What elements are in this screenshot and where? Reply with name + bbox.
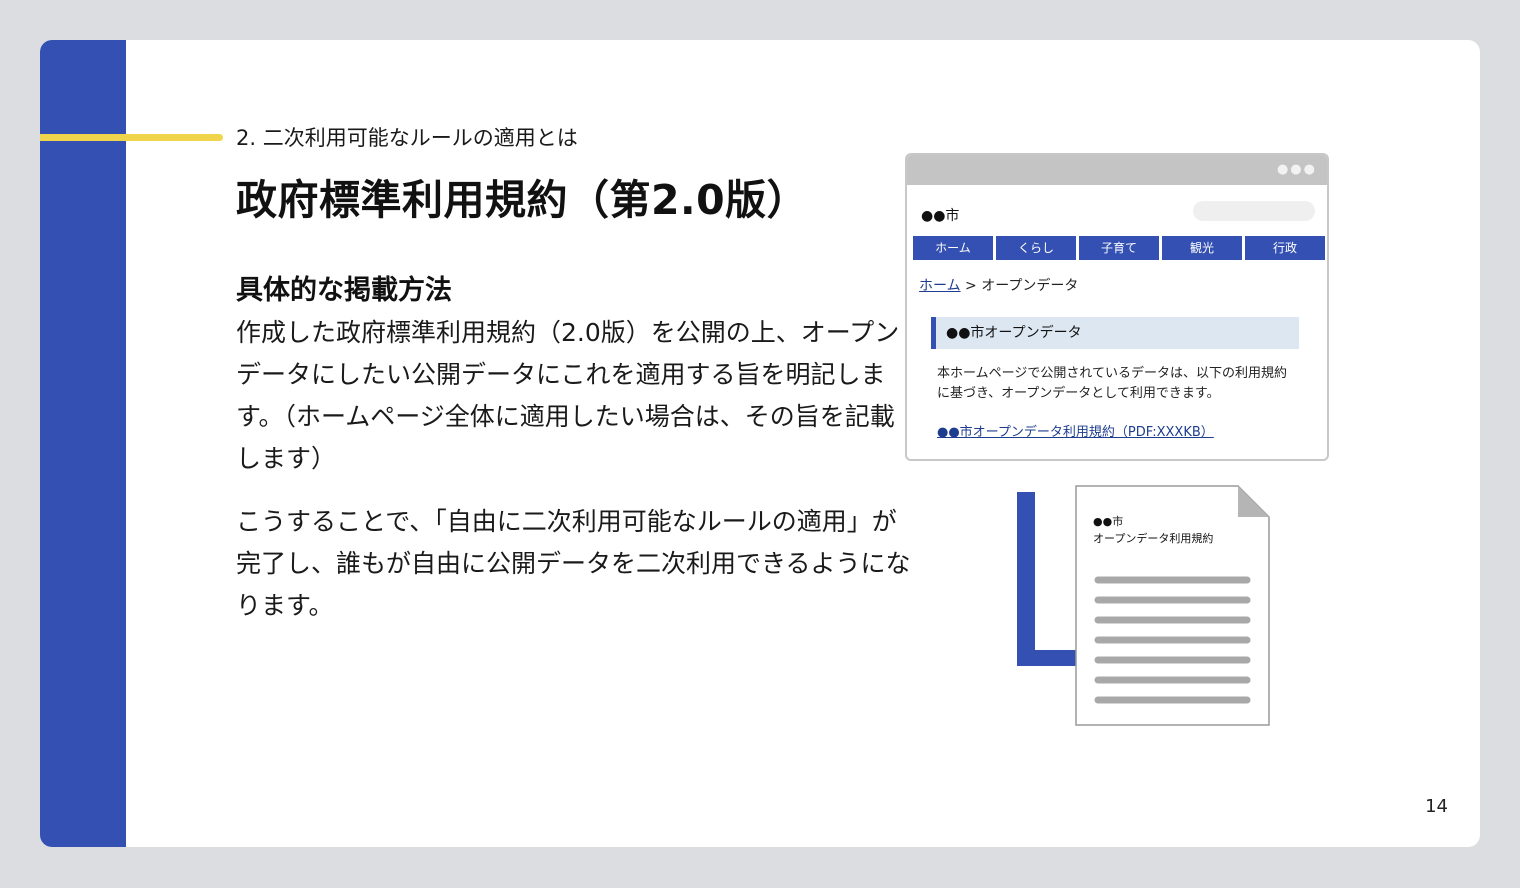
browser-titlebar: ●●● — [907, 155, 1327, 185]
body-text: 本ホームページで公開されているデータは、以下の利用規約に基づき、オープンデータと… — [937, 366, 1287, 401]
nav-item-tourism[interactable]: 観光 — [1162, 236, 1242, 260]
nav-item-administration[interactable]: 行政 — [1245, 236, 1325, 260]
window-dots-icon: ●●● — [1276, 162, 1317, 177]
document-mockup: ●●市 オープンデータ利用規約 — [1075, 485, 1270, 726]
breadcrumb-home-link[interactable]: ホーム — [919, 278, 961, 294]
document-title-line-1: ●●市 — [1093, 515, 1124, 528]
nav-item-home[interactable]: ホーム — [913, 236, 993, 260]
nav-bar: ホーム くらし 子育て 観光 行政 — [913, 236, 1325, 260]
nav-item-childcare[interactable]: 子育て — [1079, 236, 1159, 260]
browser-mockup: ●●● ●●市 ホーム くらし 子育て 観光 行政 ホーム > オープンデータ … — [905, 153, 1329, 461]
site-name: ●●市 — [921, 208, 960, 224]
breadcrumb: ホーム > オープンデータ — [919, 275, 1078, 295]
section-heading: ●●市オープンデータ — [931, 317, 1299, 349]
document-title: ●●市 オープンデータ利用規約 — [1093, 513, 1213, 547]
nav-item-living[interactable]: くらし — [996, 236, 1076, 260]
breadcrumb-current: > オープンデータ — [960, 278, 1079, 294]
document-title-line-2: オープンデータ利用規約 — [1093, 532, 1214, 545]
terms-pdf-link[interactable]: ●●市オープンデータ利用規約（PDF:XXXKB） — [937, 421, 1214, 440]
search-input[interactable] — [1193, 201, 1315, 221]
